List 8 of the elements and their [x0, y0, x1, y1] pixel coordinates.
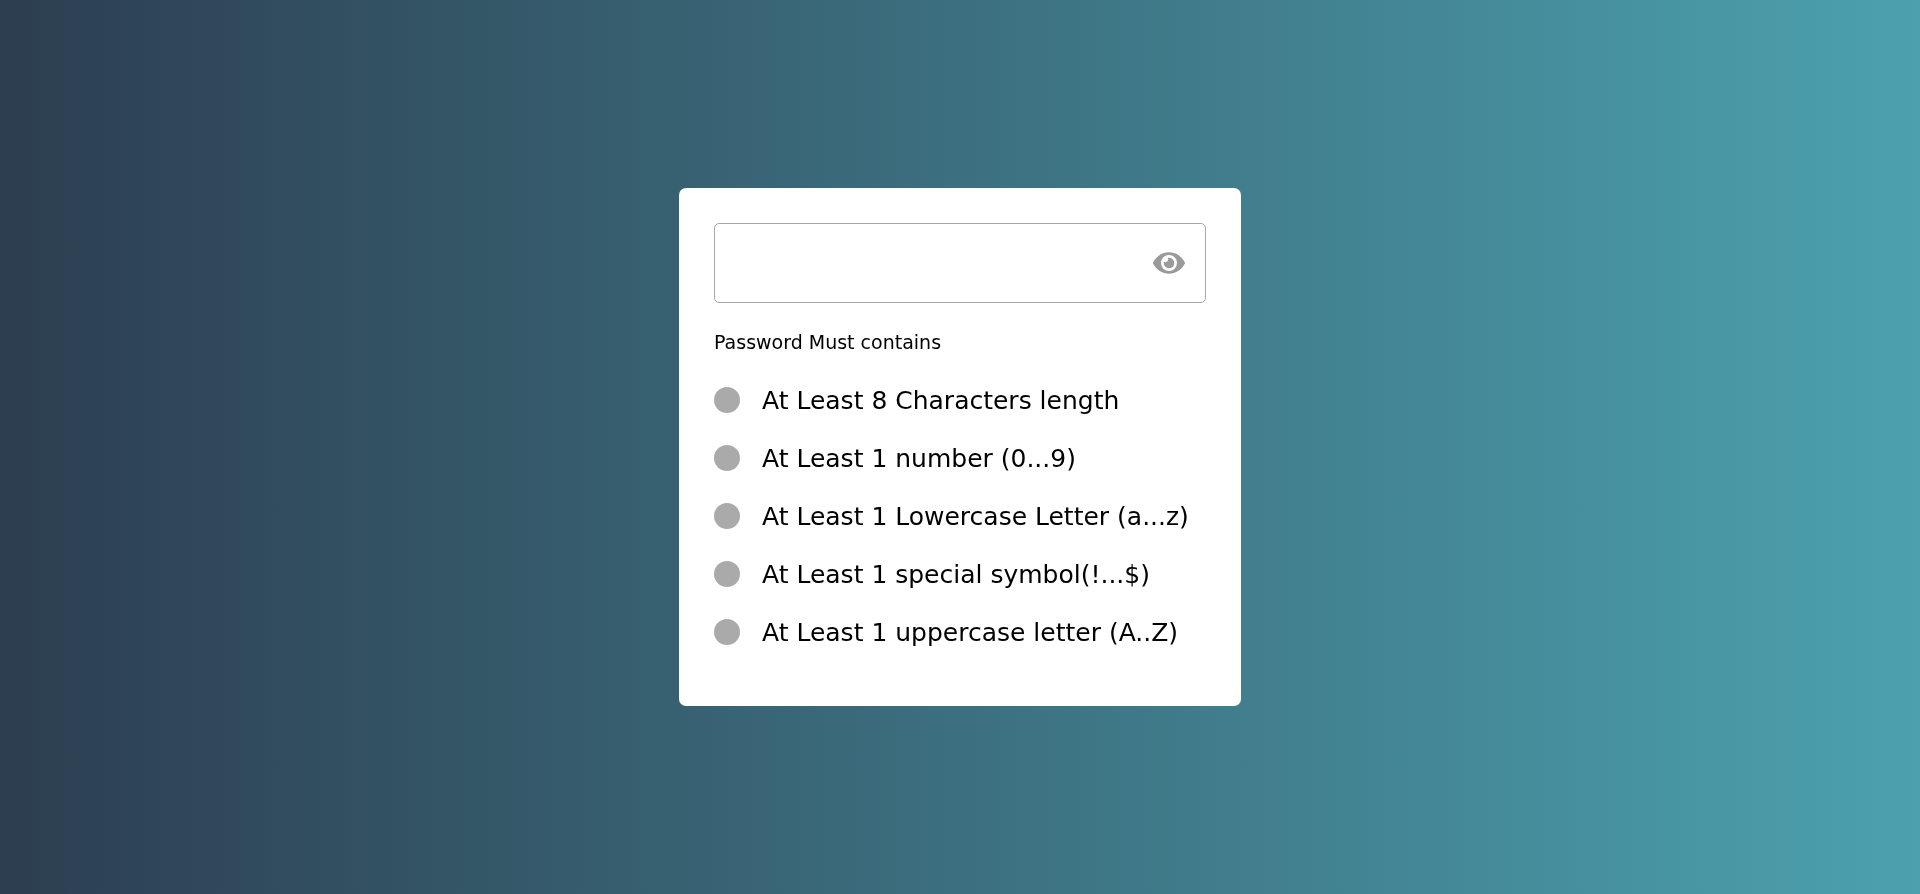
- requirement-text: At Least 1 special symbol(!...$): [762, 559, 1150, 589]
- password-field[interactable]: [714, 223, 1206, 303]
- requirements-heading: Password Must contains: [714, 330, 942, 355]
- requirement-text: At Least 1 Lowercase Letter (a...z): [762, 501, 1189, 531]
- requirement-text: At Least 1 number (0...9): [762, 443, 1076, 473]
- requirement-text: At Least 1 uppercase letter (A..Z): [762, 617, 1179, 647]
- eye-icon[interactable]: [1153, 252, 1185, 274]
- requirement-text: At Least 8 Characters length: [762, 385, 1120, 415]
